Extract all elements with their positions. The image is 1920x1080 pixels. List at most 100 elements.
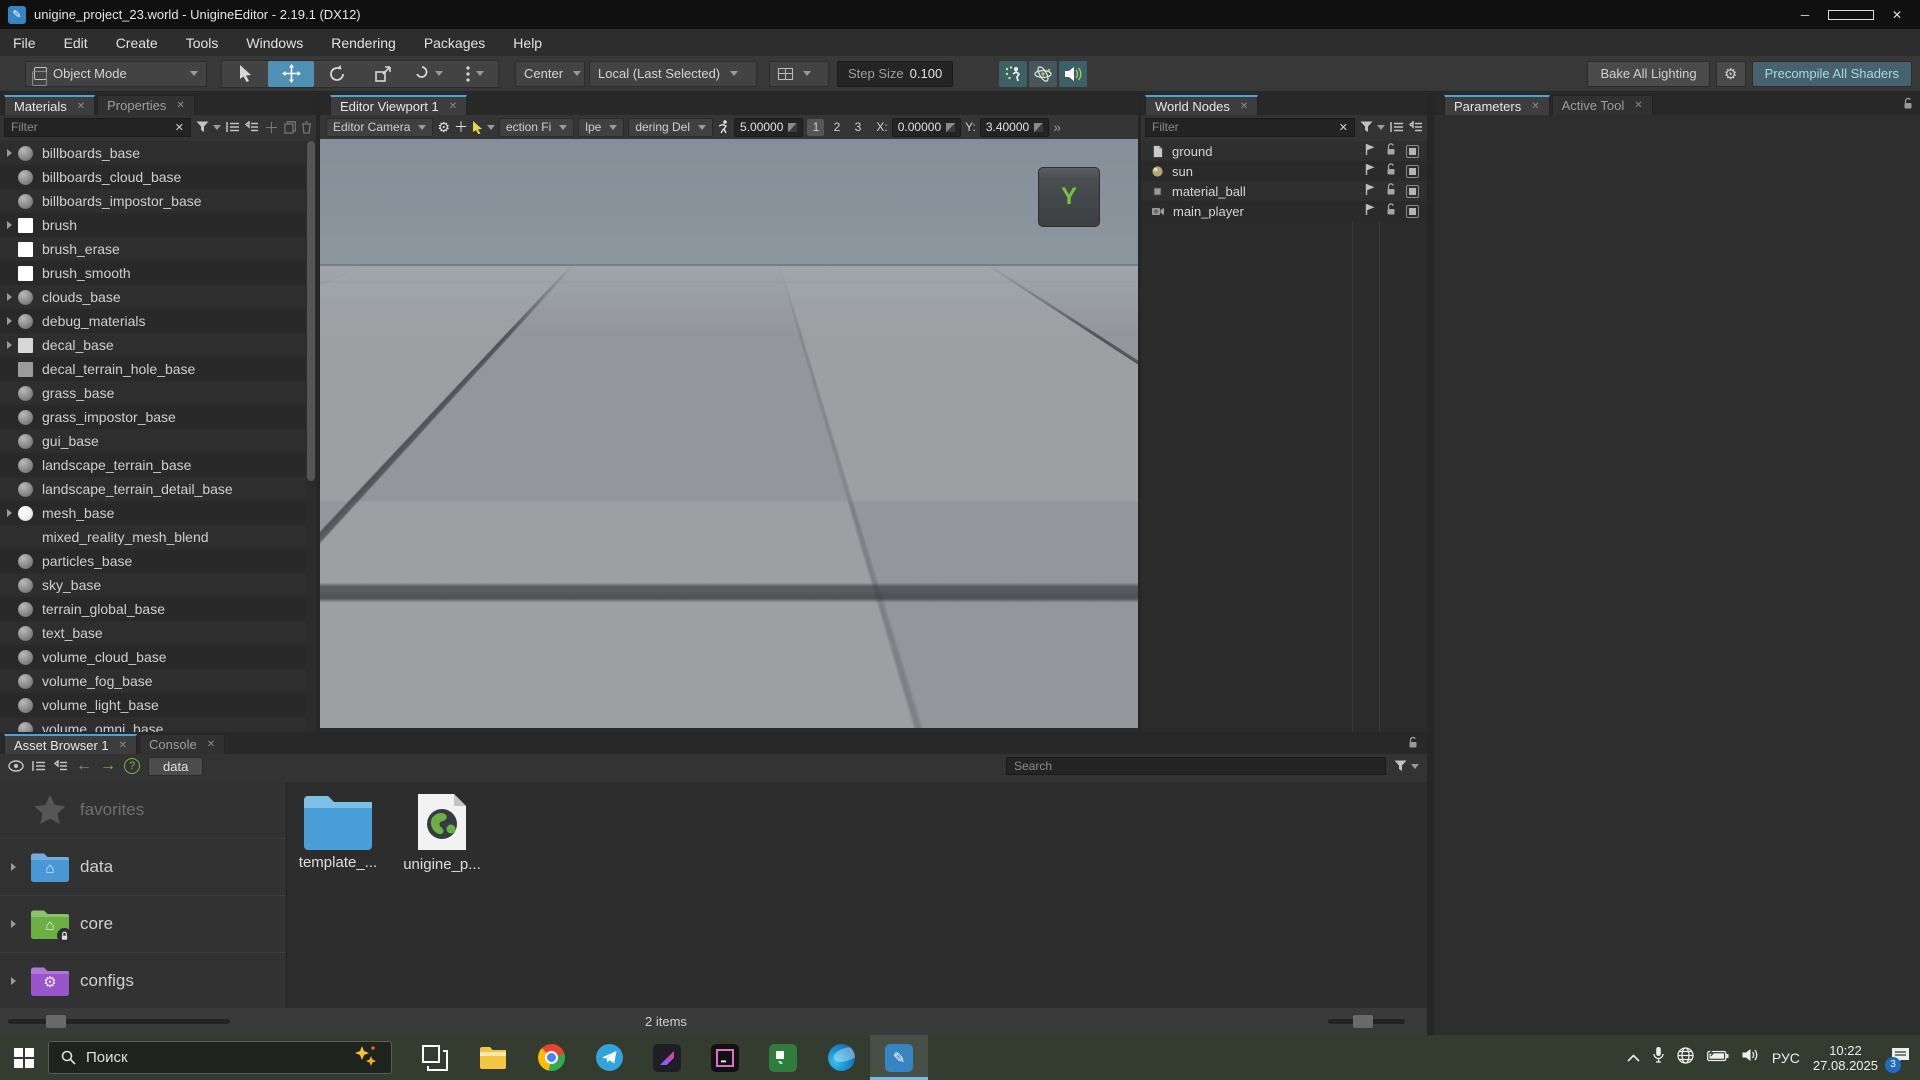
taskbar-app-task-view[interactable] [406, 1035, 464, 1080]
delete-material-button[interactable] [301, 121, 312, 134]
material-item[interactable]: volume_omni_base [0, 717, 306, 732]
node-item-ground[interactable]: ground [1141, 141, 1427, 161]
material-ball-object[interactable] [659, 359, 793, 493]
materials-filter-input[interactable]: Filter ✕ [4, 118, 191, 137]
notification-center-button[interactable]: 3 [1891, 1047, 1910, 1069]
bake-all-lighting-button[interactable]: Bake All Lighting [1587, 61, 1709, 87]
expand-arrow-icon[interactable] [0, 221, 18, 229]
particles-toggle-button[interactable] [999, 61, 1027, 87]
visibility-filter-button[interactable] [8, 760, 24, 772]
expand-all-button[interactable] [54, 760, 68, 772]
drag-handle-icon[interactable] [1034, 123, 1043, 132]
axis-gizmo-cube[interactable]: Y [1038, 167, 1100, 227]
snap-grid-button[interactable] [769, 61, 829, 87]
material-item[interactable]: decal_base [0, 333, 306, 357]
tab-materials[interactable]: Materials ✕ [4, 95, 95, 115]
back-button[interactable]: ← [76, 757, 92, 775]
material-item[interactable]: particles_base [0, 549, 306, 573]
menu-create[interactable]: Create [116, 35, 158, 51]
menu-tools[interactable]: Tools [186, 35, 219, 51]
taskbar-app-telegram[interactable] [580, 1035, 638, 1080]
taskbar-app-unigine-editor[interactable]: ✎ [870, 1035, 928, 1080]
language-indicator[interactable]: РУС [1772, 1050, 1800, 1066]
material-item[interactable]: billboards_impostor_base [0, 189, 306, 213]
expand-arrow-icon[interactable] [6, 920, 20, 928]
unlock-icon[interactable] [1385, 183, 1397, 199]
copilot-icon[interactable] [353, 1044, 379, 1072]
step-size-field[interactable]: Step Size 0.100 [837, 61, 953, 87]
taskbar-clock[interactable]: 10:22 27.08.2025 [1813, 1043, 1878, 1073]
x-coordinate-field[interactable]: 0.00000 [892, 118, 961, 137]
drag-handle-icon[interactable] [788, 123, 797, 132]
selection-filter-dropdown[interactable]: ection Fi [499, 118, 574, 137]
slider-knob[interactable] [1353, 1015, 1373, 1028]
material-item[interactable]: decal_terrain_hole_base [0, 357, 306, 381]
clear-filter-icon[interactable]: ✕ [175, 121, 184, 134]
taskbar-app-edge[interactable] [812, 1035, 870, 1080]
start-button[interactable] [0, 1035, 48, 1080]
network-tray-icon[interactable] [1677, 1047, 1694, 1069]
thumbnail-size-slider[interactable] [8, 1019, 230, 1024]
expand-arrow-icon[interactable] [6, 863, 20, 871]
duplicate-material-button[interactable] [284, 121, 296, 134]
material-item[interactable]: grass_impostor_base [0, 405, 306, 429]
tray-overflow-button[interactable] [1627, 1050, 1640, 1065]
expand-arrow-icon[interactable] [0, 317, 18, 325]
taskbar-app-app-green[interactable] [754, 1035, 812, 1080]
close-button[interactable]: ✕ [1874, 0, 1920, 29]
material-item[interactable]: gui_base [0, 429, 306, 453]
expand-arrow-icon[interactable] [0, 149, 18, 157]
flag-icon[interactable] [1364, 183, 1376, 199]
close-icon[interactable]: ✕ [1531, 101, 1539, 112]
help-button[interactable]: ? [124, 758, 140, 774]
close-icon[interactable]: ✕ [77, 101, 85, 112]
physics-toggle-button[interactable] [1029, 61, 1057, 87]
taskbar-app-app-dark-2[interactable] [696, 1035, 754, 1080]
close-icon[interactable]: ✕ [1240, 101, 1248, 112]
tab-world-nodes[interactable]: World Nodes ✕ [1145, 95, 1258, 115]
tab-active-tool[interactable]: Active Tool ✕ [1552, 95, 1653, 115]
unlock-icon[interactable] [1385, 163, 1397, 179]
asset-item[interactable]: unigine_p... [399, 792, 485, 1008]
material-item[interactable]: text_base [0, 621, 306, 645]
filter-funnel-button[interactable] [196, 121, 221, 133]
material-item[interactable]: clouds_base [0, 285, 306, 309]
material-item[interactable]: billboards_base [0, 141, 306, 165]
tab-parameters[interactable]: Parameters ✕ [1444, 95, 1550, 115]
nodes-filter-input[interactable]: Filter ✕ [1145, 118, 1355, 137]
enabled-checkbox[interactable] [1406, 185, 1419, 198]
enabled-checkbox[interactable] [1406, 165, 1419, 178]
microphone-tray-icon[interactable] [1653, 1047, 1664, 1068]
close-icon[interactable]: ✕ [119, 740, 127, 751]
enabled-checkbox[interactable] [1406, 145, 1419, 158]
expand-all-button[interactable] [1409, 121, 1423, 133]
precompile-all-shaders-button[interactable]: Precompile All Shaders [1752, 61, 1912, 87]
pivot-dropdown[interactable]: Center [515, 61, 585, 87]
camera-settings-button[interactable]: ⚙ [437, 119, 450, 136]
drag-handle-icon[interactable] [946, 123, 955, 132]
sidebar-item-configs[interactable]: ⚙configs [0, 953, 286, 1010]
material-item[interactable]: debug_materials [0, 309, 306, 333]
material-item[interactable]: brush [0, 213, 306, 237]
close-icon[interactable]: ✕ [176, 100, 184, 111]
maximize-button[interactable] [1828, 0, 1874, 29]
flag-icon[interactable] [1364, 203, 1376, 219]
menu-windows[interactable]: Windows [246, 35, 303, 51]
sound-toggle-button[interactable] [1059, 61, 1087, 87]
bake-settings-button[interactable]: ⚙ [1716, 61, 1746, 87]
material-item[interactable]: grass_base [0, 381, 306, 405]
menu-file[interactable]: File [13, 35, 36, 51]
sidebar-item-core[interactable]: ⌂core [0, 896, 286, 953]
tab-properties[interactable]: Properties ✕ [97, 95, 195, 115]
material-item[interactable]: volume_fog_base [0, 669, 306, 693]
menu-packages[interactable]: Packages [424, 35, 485, 51]
close-icon[interactable]: ✕ [207, 739, 215, 750]
unlock-icon[interactable] [1385, 143, 1397, 159]
material-item[interactable]: brush_smooth [0, 261, 306, 285]
select-mode-button[interactable] [472, 121, 495, 134]
material-item[interactable]: billboards_cloud_base [0, 165, 306, 189]
material-item[interactable]: brush_erase [0, 237, 306, 261]
tab-asset-browser[interactable]: Asset Browser 1 ✕ [4, 734, 137, 754]
menu-edit[interactable]: Edit [64, 35, 88, 51]
material-item[interactable]: volume_light_base [0, 693, 306, 717]
